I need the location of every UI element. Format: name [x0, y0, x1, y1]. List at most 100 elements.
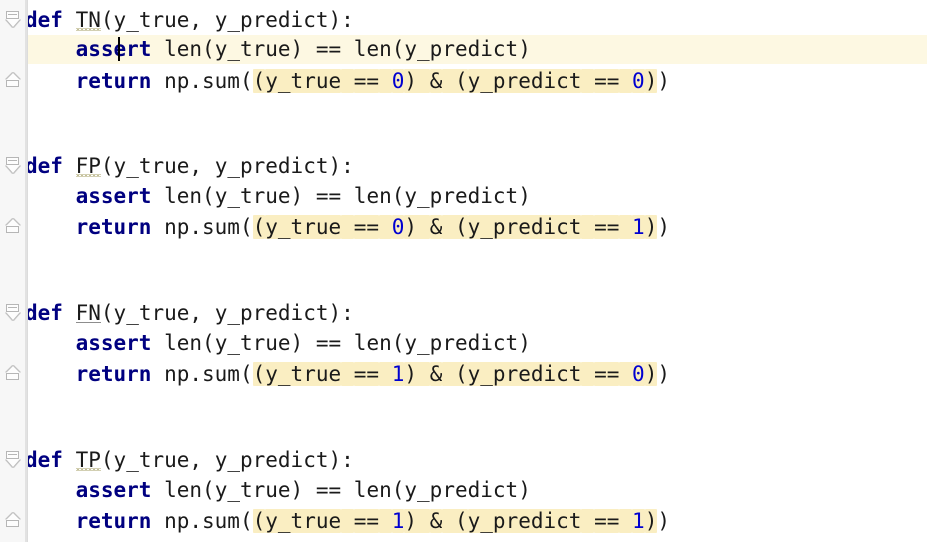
code-token: ) [518, 184, 531, 208]
code-token: y_true [113, 448, 190, 472]
code-token: ) [290, 184, 316, 208]
code-token: len [353, 37, 392, 61]
code-token: == [315, 478, 342, 502]
code-token: ) [644, 215, 658, 239]
code-line[interactable]: def FP(y_true, y_predict): [0, 152, 927, 181]
code-token: assert [75, 331, 152, 355]
code-token: 0 [632, 69, 645, 93]
code-token: FN [75, 301, 101, 325]
code-line[interactable]: return np.sum((y_true == 1) & (y_predict… [0, 507, 927, 536]
code-token: ) [657, 509, 671, 533]
code-token: TP [75, 448, 101, 472]
code-token: ) [404, 215, 430, 239]
code-token: TN [75, 8, 101, 32]
gutter-divider [25, 0, 27, 542]
code-token [379, 215, 392, 239]
code-token: , [189, 8, 215, 32]
code-token: ): [328, 448, 354, 472]
code-token: y_true [113, 301, 190, 325]
code-line-text: assert len(y_true) == len(y_predict) [0, 35, 531, 64]
code-token: y_predict [467, 69, 582, 93]
code-line[interactable]: assert len(y_true) == len(y_predict) [0, 329, 927, 358]
code-token: ( [202, 184, 215, 208]
code-line[interactable]: return np.sum((y_true == 0) & (y_predict… [0, 213, 927, 242]
code-token: np.sum [164, 509, 240, 533]
code-token: == [353, 215, 380, 239]
code-token: == [315, 331, 342, 355]
code-line[interactable]: def TN(y_true, y_predict): [0, 6, 927, 35]
fold-end-icon[interactable] [6, 73, 21, 89]
code-token: len [164, 331, 203, 355]
code-token: len [353, 478, 392, 502]
fold-end-icon[interactable] [6, 219, 21, 235]
code-token: , [189, 448, 215, 472]
code-token [581, 215, 595, 239]
code-line-text: def TP(y_true, y_predict): [0, 446, 354, 475]
code-token: 1 [632, 509, 645, 533]
code-token: assert [75, 478, 152, 502]
code-line[interactable]: assert len(y_true) == len(y_predict) [0, 182, 927, 211]
code-token: return [75, 69, 152, 93]
code-token [619, 69, 633, 93]
fold-collapse-icon[interactable] [6, 451, 21, 468]
code-token: 0 [391, 69, 405, 93]
code-token: ( [252, 362, 266, 386]
code-token [581, 69, 595, 93]
code-token: ( [202, 37, 215, 61]
code-token [341, 362, 354, 386]
code-token: , [189, 301, 215, 325]
fold-end-icon[interactable] [6, 366, 21, 382]
fold-collapse-icon[interactable] [6, 11, 21, 28]
code-token: ) [290, 478, 316, 502]
code-token: len [164, 184, 203, 208]
code-token: np.sum [164, 69, 240, 93]
code-token: , [189, 154, 215, 178]
code-token: y_predict [467, 215, 582, 239]
code-editor[interactable]: def TN(y_true, y_predict): assert len(y_… [0, 0, 927, 542]
code-token [341, 69, 354, 93]
code-line[interactable]: def TP(y_true, y_predict): [0, 446, 927, 475]
code-token: ( [391, 184, 405, 208]
code-token: def [25, 301, 63, 325]
code-token: == [594, 509, 620, 533]
code-token: 1 [391, 509, 405, 533]
code-token: y_predict [467, 509, 582, 533]
code-token: y_predict [467, 362, 582, 386]
code-line-text: return np.sum((y_true == 1) & (y_predict… [0, 360, 670, 389]
code-line[interactable]: return np.sum((y_true == 1) & (y_predict… [0, 360, 927, 389]
code-token: y_true [113, 8, 190, 32]
code-line[interactable]: assert len(y_true) == len(y_predict) [0, 35, 927, 64]
code-line[interactable]: assert len(y_true) == len(y_predict) [0, 476, 927, 505]
code-token: == [353, 69, 380, 93]
code-token: y_true [265, 69, 342, 93]
code-token: ): [328, 301, 354, 325]
code-token: ) [657, 362, 671, 386]
code-token: == [353, 362, 380, 386]
code-token: y_predict [214, 8, 329, 32]
code-token: ( [252, 69, 266, 93]
code-token: ) [290, 331, 316, 355]
code-token: y_true [214, 331, 291, 355]
code-token: == [353, 509, 380, 533]
code-token: ( [442, 69, 468, 93]
code-token: == [315, 37, 342, 61]
code-token [581, 509, 595, 533]
code-token [581, 362, 595, 386]
code-token: ( [100, 301, 114, 325]
fold-end-icon[interactable] [6, 513, 21, 529]
fold-collapse-icon[interactable] [6, 157, 21, 174]
code-text-area[interactable]: def TN(y_true, y_predict): assert len(y_… [0, 0, 927, 542]
code-line[interactable]: def FN(y_true, y_predict): [0, 299, 927, 328]
code-line[interactable]: return np.sum((y_true == 0) & (y_predict… [0, 67, 927, 96]
fold-collapse-icon[interactable] [6, 304, 21, 321]
